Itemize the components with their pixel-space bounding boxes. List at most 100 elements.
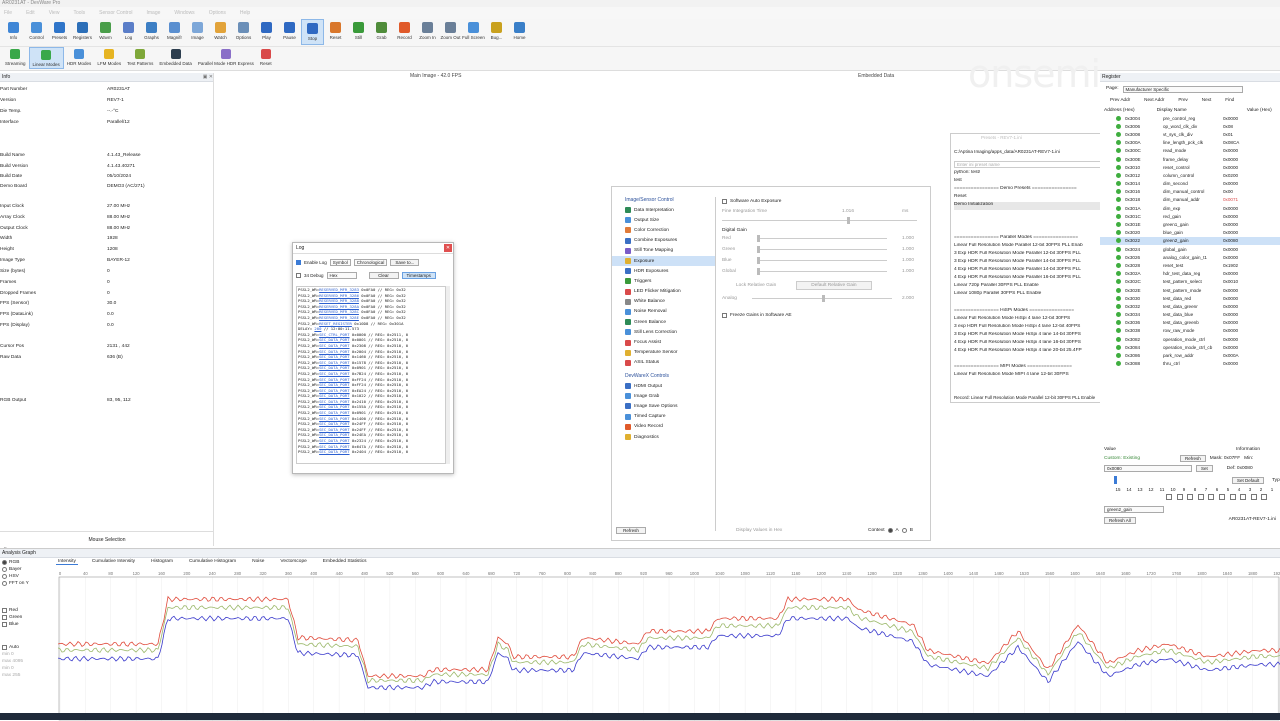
magnifr-button[interactable]: Magnifr [163,19,186,45]
analysis-tab-vectorscope[interactable]: Vectorscope [278,559,308,565]
tree-group-title[interactable]: Image/Sensor Control [612,197,715,205]
preset-item[interactable]: 3 Exp HDR Full Resolution Mode Parallel … [954,251,1114,259]
menu-item-windows[interactable]: Windows [174,10,194,16]
default-relative-gain-button[interactable]: Default Relative Gain [796,281,872,290]
bit-checkbox[interactable] [1218,494,1225,500]
log-register-link[interactable]: SEC_DATA_PORT [319,388,349,393]
preset-item[interactable]: python: test/ [954,170,1114,178]
preset-item[interactable]: ================ Parallel Modes ========… [954,235,1114,243]
bit-checkbox[interactable] [1250,494,1257,500]
timestamps-button[interactable]: Timestamps [401,271,436,279]
tree-item-exposure[interactable]: Exposure [612,255,715,267]
menu-item-file[interactable]: File [4,10,12,16]
chronological-select[interactable]: Chronological [353,258,388,266]
preset-item[interactable]: 4 Exp HDR Full Resolution Mode HiSpi 4 l… [954,340,1114,348]
log-register-link[interactable]: SEC_DATA_PORT [319,349,349,354]
mode-radio[interactable] [2,567,7,572]
register-row[interactable]: 0x3038 row_raw_mode 0x0000 [1100,327,1280,335]
register-row[interactable]: 0x3032 test_data_greenr 0x0000 [1100,302,1280,310]
auto-option[interactable]: Auto [0,644,55,651]
channel-checkbox[interactable] [2,622,7,627]
lock-relative-gain-label[interactable]: Lock Relative Gain [736,283,776,288]
range-field[interactable]: max 255 [0,672,55,679]
slider-handle[interactable] [847,217,850,224]
save-to-button[interactable]: Save to... [390,258,420,266]
slider-handle[interactable] [757,246,760,253]
register-row[interactable]: 0x3006 op_word_clk_div 0x08 [1100,122,1280,130]
preset-item[interactable]: 4 Exp HDR Full Resolution Mode HiSpi 4 l… [954,348,1114,356]
log-register-link[interactable]: RESERVED_MFR_328C [319,309,359,314]
log-register-link[interactable]: SEC_DATA_PORT [319,399,349,404]
preset-item[interactable] [954,210,1114,218]
registers-button[interactable]: Registers [71,19,94,45]
log-scrollbar[interactable] [446,286,450,464]
control-button[interactable]: Control [25,19,48,45]
log-button[interactable]: Log [117,19,140,45]
presets-button[interactable]: Presets [48,19,71,45]
register-nav-button[interactable]: Next Addr [1144,97,1164,102]
bug--button[interactable]: Bug... [485,19,508,45]
log-register-link[interactable]: RESERVED_MFR_3288 [319,298,359,303]
display-hex-label[interactable]: Display Values in Hex [736,528,782,533]
preset-item[interactable]: 3 Exp HDR Full Resolution Mode Parallel … [954,259,1114,267]
value-slider[interactable] [1114,476,1117,484]
tree-item-triggers[interactable]: Triggers [612,276,715,286]
menu-item-options[interactable]: Options [209,10,226,16]
info-button[interactable]: Info [2,19,25,45]
tree-item-combine-exposures[interactable]: Combine Exposures [612,236,715,246]
log-register-link[interactable]: RESERVED_MFR_3286 [319,293,359,298]
log-register-link[interactable]: RESERVED_MFR_328E [319,315,359,320]
register-nav-button[interactable]: Next [1202,97,1211,102]
menu-item-view[interactable]: View [49,10,60,16]
log-register-link[interactable]: SEC_DATA_PORT [319,410,349,415]
log-register-link[interactable]: SEC_DATA_PORT [319,365,349,370]
tree-group-title[interactable]: DevWareX Controls [612,373,715,381]
watch-button[interactable]: Watch [209,19,232,45]
analysis-mode-option[interactable]: RGB [0,559,55,566]
menu-item-edit[interactable]: Edit [26,10,35,16]
tree-item-asil-status[interactable]: ASIL Status [612,358,715,368]
tree-item-data-interpretation[interactable]: Data Interpretation [612,205,715,215]
channel-checkbox[interactable] [2,615,7,620]
register-value-input[interactable]: 0x0080 [1104,465,1192,472]
analysis-mode-option[interactable]: FFT on Y [0,580,55,587]
bit-checkbox[interactable] [1229,494,1236,500]
preset-item[interactable]: 3 exp HDR Full Resolution Mode HiSpi 4 l… [954,324,1114,332]
menu-item-sensor-control[interactable]: Sensor Control [99,10,132,16]
register-row[interactable]: 0x3034 test_data_blue 0x0000 [1100,311,1280,319]
register-column-header[interactable]: Display Name [1157,108,1247,113]
refresh-register-button[interactable]: Refresh [1180,455,1206,462]
register-column-header[interactable]: Value (Hex) [1247,108,1280,113]
register-row[interactable]: 0x302E test_pattern_mode 0x0000 [1100,286,1280,294]
pause-button[interactable]: Pause [278,19,301,45]
mode-radio[interactable] [2,574,7,579]
bit-checkbox[interactable] [1197,494,1204,500]
slider-handle[interactable] [757,257,760,264]
menu-item-image[interactable]: Image [146,10,160,16]
range-field[interactable]: min 0 [0,651,55,658]
stop-button[interactable]: Stop [301,19,324,45]
preset-item[interactable]: Linear Full Resolution Mode MIPI 4 lane … [954,372,1114,380]
log-register-link[interactable]: SEC_DATA_PORT [319,354,349,359]
bit-checkbox[interactable] [1176,494,1183,500]
context-a-radio[interactable] [887,528,893,533]
register-nav-button[interactable]: Prev Addr [1110,97,1130,102]
register-row[interactable]: 0x3082 operation_mode_ctrl 0x0000 [1100,335,1280,343]
analysis-tab-cumulative-intensity[interactable]: Cumulative Intensity [90,559,137,565]
tree-item-temperature-sensor[interactable]: Temperature Sensor [612,348,715,358]
tree-item-hdmi-output[interactable]: HDMI Output [612,381,715,391]
slider-handle[interactable] [757,268,760,275]
page-select[interactable]: Manufacturer Specific [1122,86,1243,93]
bit-checkbox[interactable] [1166,494,1172,500]
log-register-link[interactable]: SEC_DATA_PORT [319,427,349,432]
preset-item[interactable]: 3 Exp HDR Full Resolution Mode HiSpi 4 l… [954,332,1114,340]
preset-item[interactable]: 4 Exp HDR Full Resolution Mode Parallel … [954,275,1114,283]
context-b-radio[interactable] [901,528,907,533]
preset-list[interactable]: python: test/test ================ Demo P… [954,170,1114,395]
log-register-link[interactable]: SEC_DATA_PORT [319,421,349,426]
gain-slider[interactable] [757,246,887,253]
bit-checkbox[interactable] [1240,494,1247,500]
channel-option[interactable]: Red [0,607,55,614]
parallel-mode-hdr-express-button[interactable]: Parallel Mode HDR Express [195,47,257,69]
tree-item-still-tone-mapping[interactable]: Still Tone Mapping [612,246,715,256]
